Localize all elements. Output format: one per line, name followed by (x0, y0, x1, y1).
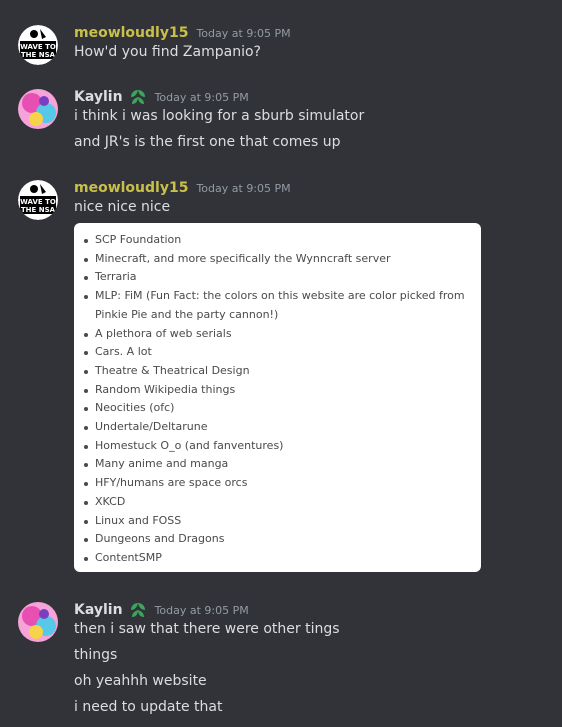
list-item: Dungeons and Dragons (84, 530, 481, 549)
timestamp[interactable]: Today at 9:05 PM (155, 91, 249, 104)
list-item: HFY/humans are space orcs (84, 474, 481, 493)
list-item: Theatre & Theatrical Design (84, 362, 481, 381)
list-item: Minecraft, and more specifically the Wyn… (84, 250, 481, 269)
username[interactable]: Kaylin (74, 602, 123, 618)
avatar[interactable] (18, 602, 58, 642)
list-item: Undertale/Deltarune (84, 418, 481, 437)
username[interactable]: meowloudly15 (74, 25, 188, 41)
message-text: i think i was looking for a sburb simula… (74, 108, 365, 124)
message-header: meowloudly15 Today at 9:05 PM (74, 177, 291, 199)
list-item: A plethora of web serials (84, 325, 481, 344)
green-leaf-icon[interactable] (129, 601, 147, 619)
message-text: things (74, 647, 118, 663)
svg-text:THE NSA: THE NSA (21, 206, 56, 214)
nsa-avatar-icon: WAVE TO THE NSA (18, 180, 58, 220)
nsa-avatar-icon: WAVE TO THE NSA (18, 25, 58, 65)
list-item: Random Wikipedia things (84, 381, 481, 400)
svg-text:WAVE TO: WAVE TO (20, 198, 56, 206)
list-item: Terraria (84, 268, 481, 287)
message-header: meowloudly15 Today at 9:05 PM (74, 22, 291, 44)
list-item: MLP: FiM (Fun Fact: the colors on this w… (84, 287, 473, 324)
message-text: How'd you find Zampanio? (74, 44, 261, 60)
list-item: Neocities (ofc) (84, 399, 481, 418)
message-text: nice nice nice (74, 199, 171, 215)
avatar[interactable]: WAVE TO THE NSA (18, 25, 58, 65)
list-item: ContentSMP (84, 549, 481, 568)
list-item: Many anime and manga (84, 455, 481, 474)
svg-text:THE NSA: THE NSA (21, 51, 56, 59)
list-item: Cars. A lot (84, 343, 481, 362)
kaylin-avatar-icon (18, 89, 58, 129)
message-text: and JR's is the first one that comes up (74, 134, 341, 150)
timestamp[interactable]: Today at 9:05 PM (196, 182, 290, 195)
message-text: oh yeahhh website (74, 673, 207, 689)
interests-list: SCP Foundation Minecraft, and more speci… (74, 223, 481, 568)
avatar[interactable]: WAVE TO THE NSA (18, 180, 58, 220)
svg-text:WAVE TO: WAVE TO (20, 43, 56, 51)
kaylin-avatar-icon (18, 602, 58, 642)
list-item: SCP Foundation (84, 231, 481, 250)
message-text: then i saw that there were other tings (74, 621, 340, 637)
green-leaf-icon[interactable] (129, 88, 147, 106)
username[interactable]: Kaylin (74, 89, 123, 105)
image-attachment[interactable]: SCP Foundation Minecraft, and more speci… (74, 223, 481, 572)
list-item: Linux and FOSS (84, 512, 481, 531)
username[interactable]: meowloudly15 (74, 180, 188, 196)
message-text: i need to update that (74, 699, 223, 715)
avatar[interactable] (18, 89, 58, 129)
message-header: Kaylin Today at 9:05 PM (74, 599, 249, 621)
list-item: XKCD (84, 493, 481, 512)
list-item: Homestuck O_o (and fanventures) (84, 437, 481, 456)
message-header: Kaylin Today at 9:05 PM (74, 86, 249, 108)
timestamp[interactable]: Today at 9:05 PM (155, 604, 249, 617)
timestamp[interactable]: Today at 9:05 PM (196, 27, 290, 40)
